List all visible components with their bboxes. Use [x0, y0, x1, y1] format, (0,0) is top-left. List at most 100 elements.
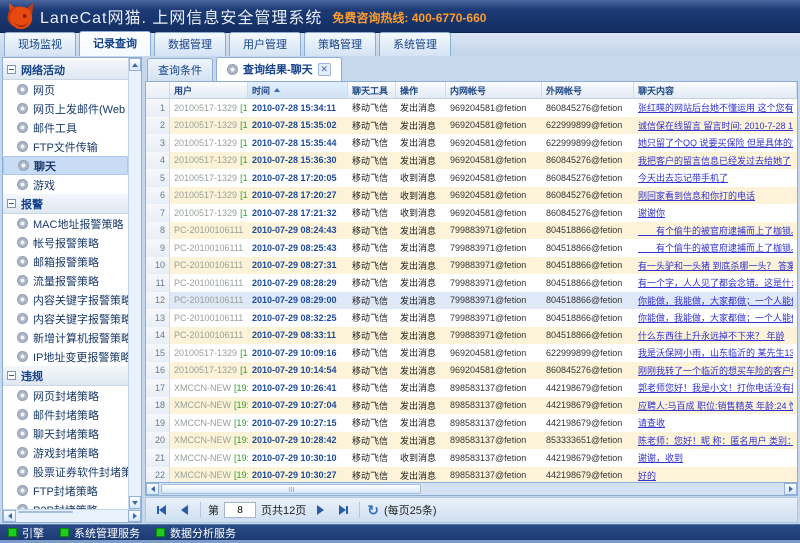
nav-tab-record-query[interactable]: 记录查询: [79, 31, 151, 56]
sidebar-item[interactable]: FTP封堵策略: [3, 481, 128, 500]
column-header-时间[interactable]: 时间: [248, 82, 348, 98]
sidebar-item[interactable]: 股票证券软件封堵策略: [3, 462, 128, 481]
chat-content-link[interactable]: 陈老师：您好！昵 称：匿名用户 类别：未知: [638, 434, 793, 447]
sidebar-item[interactable]: FTP文件传输: [3, 137, 128, 156]
collapse-icon[interactable]: [7, 371, 16, 380]
page-number-input[interactable]: [224, 502, 256, 518]
sidebar-item[interactable]: 新增计算机报警策略: [3, 328, 128, 347]
scroll-left-icon[interactable]: [3, 510, 16, 522]
sidebar-item[interactable]: 游戏: [3, 175, 128, 194]
chat-content-link[interactable]: 应聘人:马百成 职位:销售精英 年龄:24 性别(0男: [638, 399, 793, 412]
chat-content-link[interactable]: 今天出去忘记带手机了: [638, 171, 728, 184]
table-row[interactable]: 1520100517-1329[12010-07-29 10:09:16移动飞信…: [146, 344, 797, 362]
collapse-icon[interactable]: [7, 65, 16, 74]
sidebar-group-header[interactable]: 网络活动: [3, 60, 128, 80]
sidebar-item[interactable]: 邮箱报警策略: [3, 252, 128, 271]
column-header-用户[interactable]: 用户: [170, 82, 248, 98]
column-header-聊天内容[interactable]: 聊天内容: [634, 82, 797, 98]
table-row[interactable]: 22XMCCN-NEW[19:2010-07-29 10:30:27移动飞信发出…: [146, 467, 797, 483]
table-row[interactable]: 420100517-1329[12010-07-28 15:36:30移动飞信发…: [146, 152, 797, 170]
column-header-外网帐号[interactable]: 外网帐号: [542, 82, 634, 98]
table-row[interactable]: 120100517-1329[12010-07-28 15:34:11移动飞信发…: [146, 99, 797, 117]
next-page-icon[interactable]: [311, 501, 329, 519]
table-row[interactable]: 20XMCCN-NEW[19:2010-07-29 10:28:42移动飞信发出…: [146, 432, 797, 450]
sidebar-item[interactable]: IP地址变更报警策略: [3, 347, 128, 366]
table-row[interactable]: 13PC-201001061112010-07-29 08:32:25移动飞信发…: [146, 309, 797, 327]
table-row[interactable]: 1620100517-1329[12010-07-29 10:14:54移动飞信…: [146, 362, 797, 380]
chat-content-link[interactable]: 你能做，我能做，大家都做；一个人能做，两: [638, 294, 793, 307]
chat-content-link[interactable]: 谢谢，收到: [638, 451, 683, 464]
scroll-right-icon[interactable]: [784, 483, 797, 495]
chat-content-link[interactable]: 有一个字，人人见了都会念错。这是什么字？: [638, 276, 793, 289]
table-row[interactable]: 520100517-1329[12010-07-28 17:20:05移动飞信收…: [146, 169, 797, 187]
table-row[interactable]: 14PC-201001061112010-07-29 08:33:11移动飞信发…: [146, 327, 797, 345]
sidebar-item[interactable]: 内容关键字报警策略.网: [3, 290, 128, 309]
table-row[interactable]: 9PC-201001061112010-07-29 08:25:43移动飞信发出…: [146, 239, 797, 257]
nav-tab-system-mgmt[interactable]: 系统管理: [379, 32, 451, 56]
scroll-left-icon[interactable]: [146, 483, 159, 495]
sidebar-group-header[interactable]: 报警: [3, 194, 128, 214]
nav-tab-user-mgmt[interactable]: 用户管理: [229, 32, 301, 56]
chat-content-link[interactable]: 诚信保在线留言 留言时间: 2010-7-28 10:50:0: [638, 119, 793, 132]
table-row[interactable]: 18XMCCN-NEW[19:2010-07-29 10:27:04移动飞信发出…: [146, 397, 797, 415]
sidebar-item[interactable]: 内容关键字报警策略.邮: [3, 309, 128, 328]
chat-content-link[interactable]: 刚回家看到信息和你打的电话: [638, 189, 755, 202]
table-row[interactable]: 19XMCCN-NEW[19:2010-07-29 10:27:15移动飞信发出…: [146, 414, 797, 432]
sidebar-item[interactable]: 网页封堵策略: [3, 386, 128, 405]
sidebar-item[interactable]: 游戏封堵策略: [3, 443, 128, 462]
table-row[interactable]: 21XMCCN-NEW[19:2010-07-29 10:30:10移动飞信收到…: [146, 449, 797, 467]
table-row[interactable]: 11PC-201001061112010-07-29 08:28:29移动飞信发…: [146, 274, 797, 292]
column-header-内网帐号[interactable]: 内网帐号: [446, 82, 542, 98]
sidebar-item[interactable]: 网页上发邮件(Web Mai: [3, 99, 128, 118]
chat-content-link[interactable]: 你能做，我能做，大家都做；一个人能做，两: [638, 311, 793, 324]
chat-content-link[interactable]: 请查收: [638, 416, 665, 429]
sidebar-vertical-scrollbar[interactable]: [128, 58, 141, 509]
column-header-rownum[interactable]: [146, 82, 170, 98]
close-icon[interactable]: ✕: [318, 63, 331, 76]
chat-content-link[interactable]: 什么东西往上升永远掉不下来？ 年龄: [638, 329, 785, 342]
chat-content-link[interactable]: 我是沃保网小雨，山东临沂的 某先生1386497: [638, 346, 793, 359]
nav-tab-policy-mgmt[interactable]: 策略管理: [304, 32, 376, 56]
column-header-操作[interactable]: 操作: [396, 82, 446, 98]
scrollbar-thumb[interactable]: [161, 484, 421, 494]
sidebar-item[interactable]: 流量报警策略: [3, 271, 128, 290]
chat-content-link[interactable]: 谢谢你: [638, 206, 665, 219]
nav-tab-live-monitor[interactable]: 现场监视: [4, 32, 76, 56]
collapse-icon[interactable]: [7, 199, 16, 208]
first-page-icon[interactable]: [152, 501, 170, 519]
sidebar-horizontal-scrollbar[interactable]: [3, 509, 141, 522]
chat-content-link[interactable]: 有个偷牛的被官府逮捕而上了枷锁。熟人！: [638, 241, 793, 254]
tab-query-conditions[interactable]: 查询条件: [147, 58, 213, 81]
refresh-icon[interactable]: ↻: [367, 503, 379, 517]
sidebar-item[interactable]: 邮件封堵策略: [3, 405, 128, 424]
sidebar-item[interactable]: 帐号报警策略: [3, 233, 128, 252]
chat-content-link[interactable]: 有一头驴和一头猪 到底杀哪一头？ 答案：杀猪: [638, 259, 793, 272]
last-page-icon[interactable]: [334, 501, 352, 519]
chat-content-link[interactable]: 郭老师您好！我是小文！打你电话没有接，有: [638, 381, 793, 394]
chat-content-link[interactable]: 有个偷牛的被官府逮捕而上了枷锁。熟人！: [638, 224, 793, 237]
chat-content-link[interactable]: 她只留了个QQ 说要买保险 但是具体的您回去: [638, 136, 793, 149]
sidebar-item[interactable]: 聊天封堵策略: [3, 424, 128, 443]
table-row[interactable]: 720100517-1329[12010-07-28 17:21:32移动飞信收…: [146, 204, 797, 222]
table-row[interactable]: 620100517-1329[12010-07-28 17:20:27移动飞信收…: [146, 187, 797, 205]
chat-content-link[interactable]: 张红暎的网站后台她不懂运用 这个您有空记得: [638, 101, 793, 114]
scroll-right-icon[interactable]: [128, 510, 141, 522]
sidebar-group-header[interactable]: 违规: [3, 366, 128, 386]
scrollbar-thumb[interactable]: [18, 511, 73, 513]
tab-query-result-chat[interactable]: 查询结果-聊天 ✕: [216, 57, 342, 81]
sidebar-item[interactable]: P2P封堵策略: [3, 500, 128, 509]
grid-horizontal-scrollbar[interactable]: [145, 483, 798, 496]
table-row[interactable]: 220100517-1329[12010-07-28 15:35:02移动飞信发…: [146, 117, 797, 135]
sidebar-item[interactable]: MAC地址报警策略: [3, 214, 128, 233]
table-row[interactable]: 17XMCCN-NEW[19:2010-07-29 10:26:41移动飞信发出…: [146, 379, 797, 397]
scroll-up-icon[interactable]: [129, 58, 141, 71]
table-row[interactable]: 8PC-201001061112010-07-29 08:24:43移动飞信发出…: [146, 222, 797, 240]
prev-page-icon[interactable]: [175, 501, 193, 519]
table-row[interactable]: 320100517-1329[12010-07-28 15:35:44移动飞信发…: [146, 134, 797, 152]
table-row[interactable]: 10PC-201001061112010-07-29 08:27:31移动飞信发…: [146, 257, 797, 275]
chat-content-link[interactable]: 刚刚我转了一个临沂的想买车险的客户给张红: [638, 364, 793, 377]
chat-content-link[interactable]: 好的: [638, 469, 656, 482]
sidebar-item[interactable]: 聊天: [3, 156, 128, 175]
table-row[interactable]: 12PC-201001061112010-07-29 08:29:00移动飞信发…: [146, 292, 797, 310]
chat-content-link[interactable]: 我把客户的留言信息已经发过去给她了: [638, 154, 791, 167]
